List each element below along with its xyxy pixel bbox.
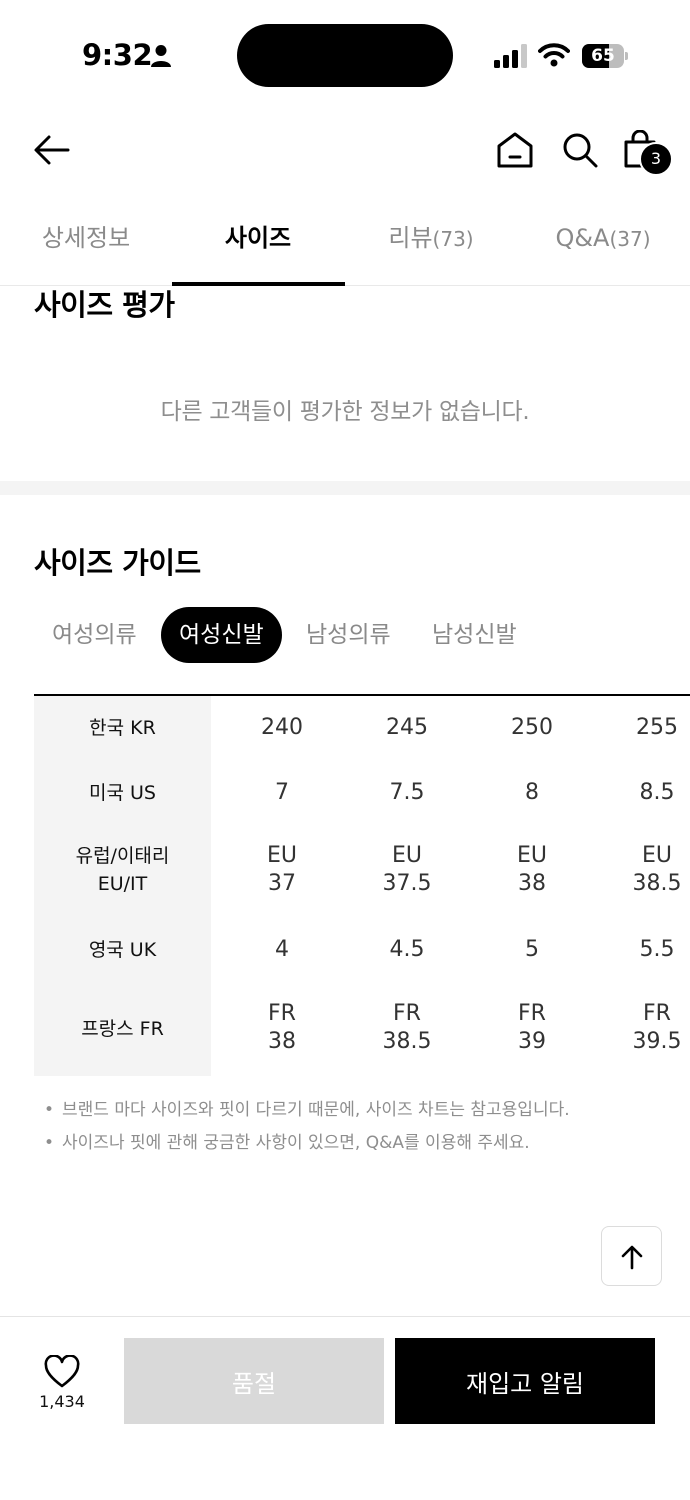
table-cell: 8 [525,780,539,805]
table-cell: FR 39.5 [632,1001,682,1054]
table-cell: 7.5 [389,780,425,805]
back-arrow-icon[interactable] [32,130,72,170]
chip-womens-shoes[interactable]: 여성신발 [161,607,282,663]
like-count: 1,434 [39,1392,85,1411]
table-cell: 5 [525,937,539,962]
row-label-us: 미국 US [89,782,156,804]
tab-details[interactable]: 상세정보 [0,200,172,286]
row-label-eu-it: 유럽/이태리 EU/IT [75,845,170,895]
table-cell: FR 38.5 [382,1001,432,1054]
status-bar: 9:32 65 [0,0,690,110]
chip-womens-clothing[interactable]: 여성의류 [34,607,155,663]
wifi-icon [538,43,570,67]
battery-percent: 65 [591,46,615,66]
person-icon [151,45,171,67]
table-cell: FR 39 [518,1001,546,1054]
restock-alert-button[interactable]: 재입고 알림 [395,1338,655,1424]
scroll-to-top-button[interactable] [601,1226,662,1286]
table-cell: 240 [261,715,303,740]
table-cell: 8.5 [639,780,675,805]
table-cell: FR 38 [268,1001,296,1054]
table-cell: EU 37.5 [382,843,432,896]
chip-mens-shoes[interactable]: 남성신발 [414,607,535,663]
row-label-uk: 영국 UK [88,939,157,961]
chip-mens-clothing[interactable]: 남성의류 [288,607,409,663]
tab-reviews[interactable]: 리뷰(73) [345,200,517,286]
table-cell: 4 [275,937,289,962]
row-label-fr: 프랑스 FR [81,1018,164,1040]
table-cell: EU 37 [266,843,297,896]
row-label-kr: 한국 KR [89,717,156,739]
size-guide-notes: 브랜드 마다 사이즈와 핏이 다르기 때문에, 사이즈 차트는 참고용입니다. … [44,1094,570,1160]
tab-qna[interactable]: Q&A(37) [517,200,689,286]
cellular-signal-icon [494,44,527,68]
cart-count-badge: 3 [639,142,673,176]
soldout-button[interactable]: 품절 [124,1338,384,1424]
product-tabs: 상세정보 사이즈 리뷰(73) Q&A(37) [0,200,690,286]
table-cell: EU 38 [516,843,547,896]
table-cell: 250 [511,715,553,740]
note-item: 브랜드 마다 사이즈와 핏이 다르기 때문에, 사이즈 차트는 참고용입니다. [44,1094,570,1127]
table-cell: EU 38.5 [632,843,682,896]
arrow-up-icon [621,1245,643,1270]
section-divider [0,481,690,495]
size-guide-title: 사이즈 가이드 [34,546,201,580]
dynamic-island [237,24,453,87]
note-item: 사이즈나 핏에 관해 궁금한 사항이 있으면, Q&A를 이용해 주세요. [44,1127,570,1160]
table-cell: 7 [275,780,289,805]
search-icon[interactable] [560,130,600,170]
size-rating-title: 사이즈 평가 [34,288,175,322]
table-cell: 255 [636,715,678,740]
table-cell: 4.5 [389,937,425,962]
table-cell: 245 [386,715,428,740]
active-tab-indicator [172,282,345,286]
status-time: 9:32 [82,38,153,72]
heart-icon[interactable] [44,1355,80,1389]
battery-indicator: 65 [582,44,628,68]
tab-size[interactable]: 사이즈 [172,200,344,286]
size-rating-empty-message: 다른 고객들이 평가한 정보가 없습니다. [160,399,530,425]
table-cell: 5.5 [639,937,675,962]
home-icon[interactable] [495,130,535,170]
